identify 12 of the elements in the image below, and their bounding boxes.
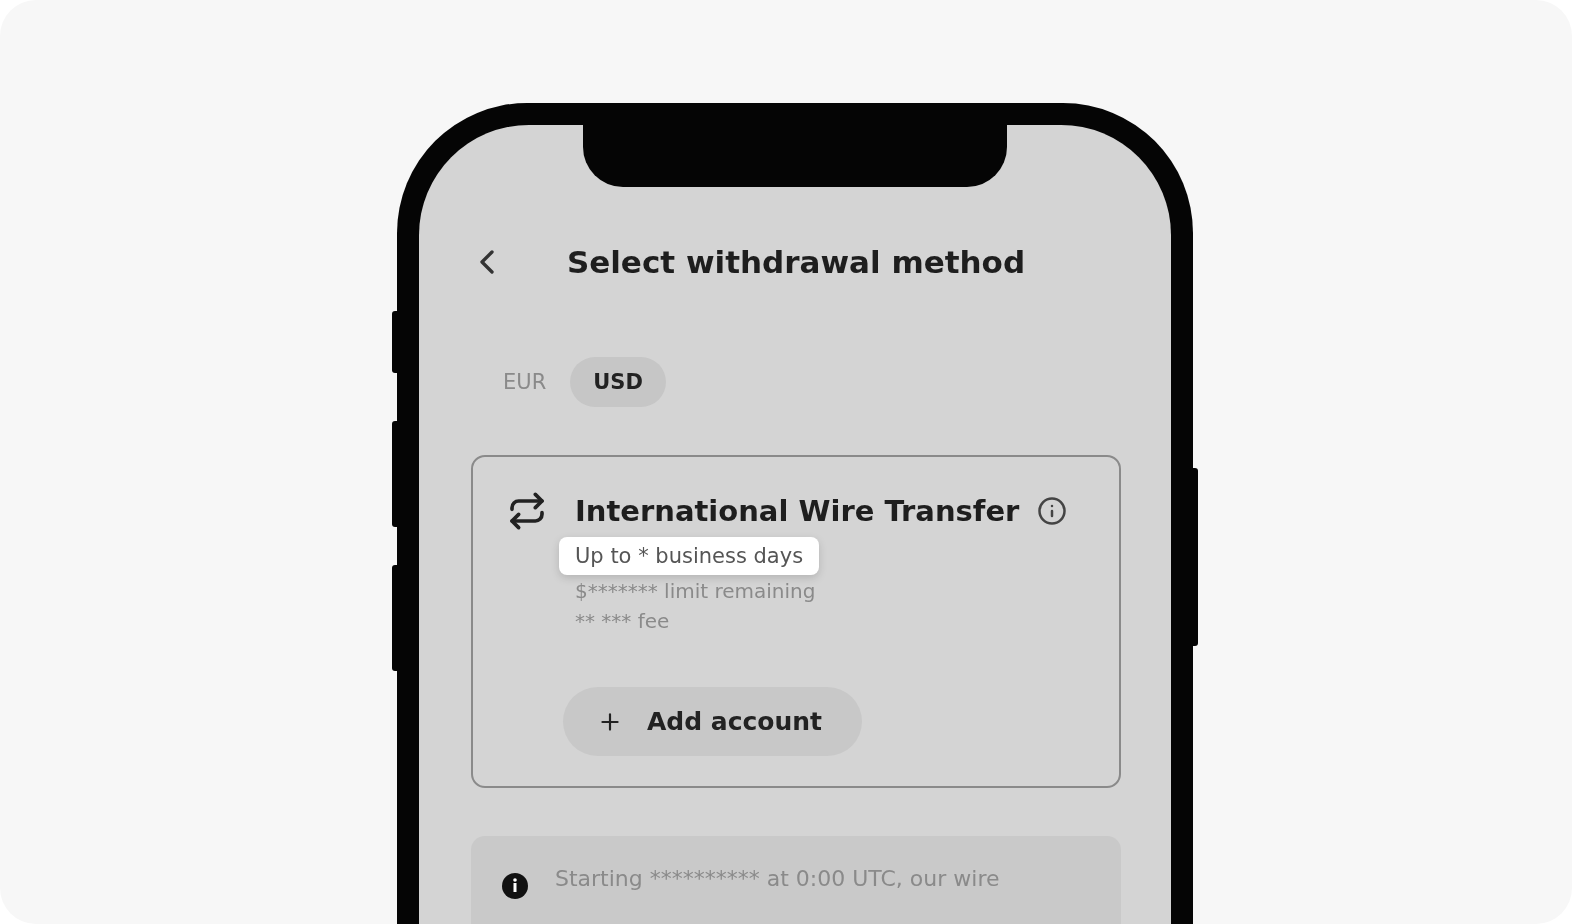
- info-icon: [501, 872, 529, 900]
- currency-tab[interactable]: USD: [570, 357, 666, 407]
- withdrawal-method-card[interactable]: International Wire Transfer Up to * business days $******* limit remaining ** *** fee Add account: [471, 455, 1121, 788]
- info-icon[interactable]: [1037, 496, 1068, 526]
- transfer-arrows-icon: [507, 491, 547, 531]
- fee-text: ** *** fee: [575, 609, 671, 633]
- add-account-button[interactable]: Add account: [563, 687, 863, 756]
- delivery-time-label: Up to * business days: [559, 537, 820, 575]
- page-title: Select withdrawal method: [566, 244, 1026, 280]
- method-title: International Wire Transfer: [575, 494, 1020, 528]
- notice-text: Starting ********** at 0:00 UTC, our wire: [555, 866, 1000, 891]
- limit-text: $******* limit remaining: [575, 579, 817, 603]
